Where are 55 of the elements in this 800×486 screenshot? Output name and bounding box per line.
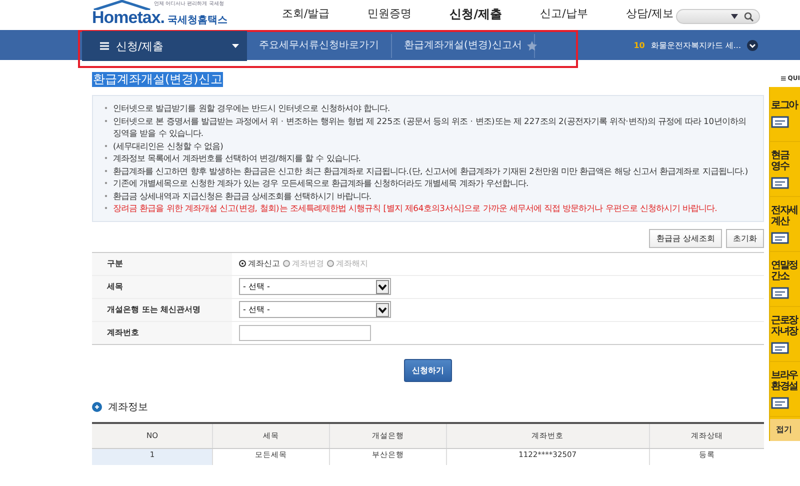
notice-item: 인터넷으로 발급받기를 원할 경우에는 반드시 인터넷으로 신청하셔야 합니다. xyxy=(105,102,753,114)
logo-name[interactable]: 국세청홈택스 xyxy=(168,13,228,27)
notice-item: (세무대리인은 신청할 수 없음) xyxy=(105,140,753,152)
document-icon xyxy=(771,174,789,188)
document-icon xyxy=(771,230,789,244)
form-label: 구분 xyxy=(92,252,232,274)
menu-icon xyxy=(100,42,109,50)
logo-brand[interactable]: Hometax. xyxy=(92,8,165,28)
document-icon xyxy=(771,340,789,354)
caret-icon xyxy=(731,14,738,19)
account-number-input[interactable] xyxy=(239,324,371,340)
main-menu-item[interactable]: 신고/납부 xyxy=(540,6,588,23)
main-menu-item[interactable]: 신청/제출 xyxy=(450,6,502,23)
house-roof-icon xyxy=(92,0,152,10)
star-icon[interactable] xyxy=(526,41,537,51)
document-icon xyxy=(771,284,789,298)
breadcrumb-link[interactable]: 주요세무서류신청바로가기 xyxy=(247,34,392,58)
document-icon xyxy=(771,394,789,408)
radio-option[interactable]: 계좌신고 xyxy=(239,258,280,269)
form-label: 계좌번호 xyxy=(92,322,232,344)
caret-icon xyxy=(232,44,239,48)
form-label: 개설은행 또는 체신관서명 xyxy=(92,298,232,320)
chevron-down-icon[interactable] xyxy=(747,40,758,50)
notice-item: 기존에 개별세목으로 신청한 계좌가 있는 경우 모든세목으로 환급계좌를 신청하더라도 개별세목 계좌가 우선합니다. xyxy=(105,177,753,190)
form-label: 세목 xyxy=(92,276,232,298)
menu-dropdown[interactable]: 신청/제출 xyxy=(82,31,247,61)
ticker-link[interactable]: 화물운전자복지카드 세... xyxy=(650,40,741,50)
notice-item: 환급금 상세내역과 지급신청은 환급금 상세조회를 선택하시기 바랍니다. xyxy=(105,190,753,202)
plus-circle-icon xyxy=(92,402,102,412)
ticker-number: 10 xyxy=(634,40,645,50)
action-button[interactable]: 환급금 상세조회 xyxy=(649,228,722,248)
notice-item: 인터넷으로 본 증명서를 발급받는 과정에서 위 · 변조하는 행위는 형법 제 225조 (공문서 등의 위조 · 변조)또는 제 227조의 2(공전자기록 위작·변작)의 규정에 따라 10년이하의 징역을 받을 수 있습니다. xyxy=(105,114,753,140)
main-menu-item[interactable]: 상담/제보 xyxy=(626,6,674,23)
notice-item: 장려금 환급을 위한 계좌개설 신고(변경, 철회)는 조세특례제한법 시행규칙 [별지 제64호의3서식]으로 가까운 세무서에 직접 방문하거나 우편으로 신청하시기 바랍니다. xyxy=(105,202,753,214)
search-field[interactable] xyxy=(676,9,760,24)
document-icon xyxy=(771,114,789,128)
quick-menu-item[interactable]: 현금 영수 xyxy=(770,142,800,197)
main-menu-item[interactable]: 조회/발급 xyxy=(282,6,330,23)
search-icon[interactable] xyxy=(744,12,754,22)
action-button[interactable]: 초기화 xyxy=(726,228,764,248)
quick-menu-item[interactable]: 연말정 간소 xyxy=(770,252,800,307)
quick-menu-item[interactable]: 전자세 계산 xyxy=(770,197,800,252)
main-menu-item[interactable]: 민원증명 xyxy=(368,6,412,23)
quick-menu-item[interactable]: 로그아 xyxy=(770,87,800,142)
select-dropdown[interactable]: - 선택 - xyxy=(239,301,391,318)
select-dropdown[interactable]: - 선택 - xyxy=(239,278,391,295)
page-title: 환급계좌개설(변경)신고 xyxy=(92,72,224,87)
notice-item: 계좌정보 목록에서 계좌번호를 선택하여 변경/해지를 할 수 있습니다. xyxy=(105,152,753,164)
collapse-button[interactable]: 접기 xyxy=(770,418,800,440)
notice-item: 환급계좌를 신고하면 향후 발생하는 환급금은 신고한 최근 환급계좌로 지급됩니다.(단, 신고서에 환급계좌가 기재된 2천만원 미만 환급액은 해당 신고서 환급계좌로 지급됩니다.) xyxy=(105,164,753,177)
quick-menu-item[interactable]: 근로장 자녀장 xyxy=(770,307,800,362)
section-title: 계좌정보 xyxy=(108,400,148,414)
quick-menu-item[interactable]: 브라우 환경설 xyxy=(770,362,800,417)
submit-button[interactable]: 신청하기 xyxy=(404,358,452,382)
menu-icon xyxy=(781,76,786,80)
